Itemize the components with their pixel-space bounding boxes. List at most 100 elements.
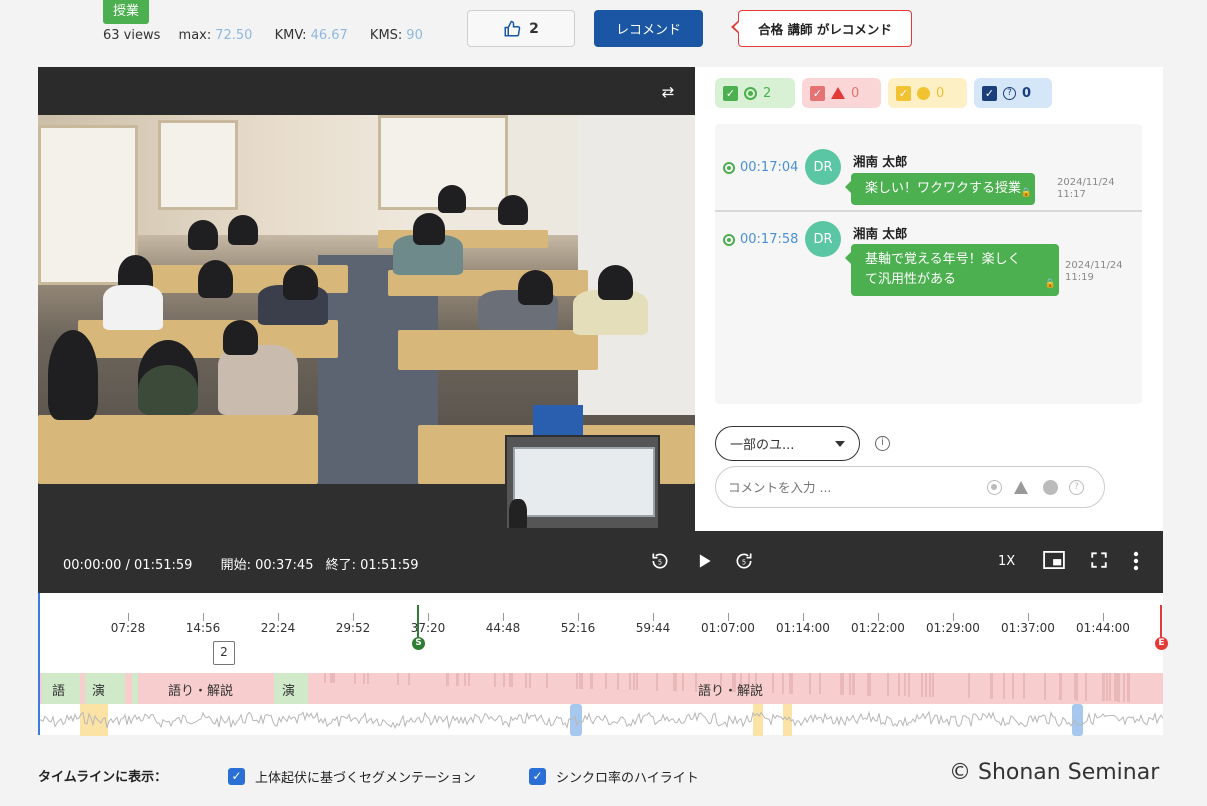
avatar: DR [805,149,841,185]
filter-chip-blue[interactable]: ✓ ? 0 [974,78,1052,108]
segment-texture [853,673,855,695]
like-button[interactable]: 2 [467,10,575,47]
video-window-2 [158,120,238,210]
swap-icon[interactable]: ⇄ [658,84,678,100]
option-sync-highlight[interactable]: ✓ シンクロ率のハイライト [529,767,699,786]
comment-timestamp[interactable]: 00:17:04 [723,160,798,175]
classroom-video[interactable] [38,115,695,484]
circle-icon [744,86,757,100]
circle-icon [723,161,735,174]
timeline-tick [953,613,954,621]
segment-texture [447,673,449,686]
start-marker[interactable]: S [412,637,425,650]
like-count: 2 [529,20,539,37]
comment-timestamp[interactable]: 00:17:58 [723,232,798,247]
end-marker[interactable]: E [1155,637,1168,650]
picture-in-picture-icon[interactable] [1042,551,1066,573]
timeline-tick-label: 44:48 [485,621,521,635]
svg-text:5: 5 [742,558,746,566]
segment-texture [904,673,906,696]
checkbox-checked-icon[interactable]: ✓ [529,768,546,785]
kms-value: 90 [406,28,423,43]
timeline-tick [878,613,879,621]
student-head [198,260,233,298]
segment-texture [791,673,793,694]
segment-texture [1117,673,1119,702]
option-segmentation-label: 上体起伏に基づくセグメンテーション [255,771,476,786]
fullscreen-icon[interactable] [1087,551,1111,573]
segment-label: 演 [282,684,296,699]
circle-reaction-icon[interactable] [987,480,1002,495]
segment-texture [968,673,970,698]
student-head [598,265,633,300]
segment-texture [1106,673,1108,701]
filter-count: 0 [851,85,860,101]
segment-texture [682,673,684,691]
segment-texture [1109,673,1111,701]
student-head [498,195,528,225]
segmentation-band[interactable]: 語 演 語り・解説 演 語り・解説 [40,673,1163,704]
filter-count: 2 [763,85,772,101]
kmv-label: KMV: [274,28,307,43]
triangle-icon [831,87,845,99]
segment-texture [1127,673,1129,702]
segment-texture [840,673,842,695]
visibility-select[interactable]: 一部のユ... [715,426,860,461]
student [218,345,298,415]
comment-date: 2024/11/24 11:17 [1057,177,1115,200]
timeline-tick [1103,613,1104,621]
segment-texture [1085,673,1087,701]
comment-input[interactable] [728,476,978,498]
segment-texture [675,673,677,691]
dot-reaction-icon[interactable] [1043,480,1058,495]
timeline-tick [353,613,354,621]
checkbox-checked-icon[interactable]: ✓ [228,768,245,785]
segment-texture [546,673,548,688]
segment-texture [990,673,992,699]
segment-texture [1023,673,1025,699]
comment-author: 湘南 太郎 [853,154,908,169]
segment-texture [456,673,458,686]
timeline-tick [578,613,579,621]
filter-chip-yellow[interactable]: ✓ 0 [888,78,967,108]
picture-in-picture-video[interactable] [505,435,660,530]
video-header-bar [38,67,695,115]
question-reaction-icon[interactable]: ? [1069,480,1084,495]
info-icon[interactable]: i [875,436,890,451]
play-icon[interactable] [692,551,716,573]
sync-rate-waveform [40,704,1163,736]
timeline-tick-label: 01:44:00 [1076,621,1130,635]
playback-info: 00:00:00 / 01:51:59 開始: 00:37:45 終了: 01:… [63,554,443,573]
segment-texture [898,673,900,696]
comment-input-box: ? [715,466,1105,508]
segment-texture [636,673,638,690]
option-segmentation[interactable]: ✓ 上体起伏に基づくセグメンテーション [228,767,476,786]
filter-chip-red[interactable]: ✓ 0 [802,78,881,108]
segment-exercise [132,673,138,704]
playback-speed[interactable]: 1X [998,554,1015,569]
timeline-tick-label: 59:44 [635,621,671,635]
rewind-5-icon[interactable]: 5 [648,551,672,573]
timeline-tick [428,613,429,621]
segment-label: 語 [52,684,66,699]
svg-text:5: 5 [658,558,662,566]
forward-5-icon[interactable]: 5 [732,551,756,573]
timeline-tick [728,613,729,621]
desk [398,330,598,370]
segment-texture [1076,673,1078,701]
more-options-icon[interactable] [1124,551,1148,573]
recommend-note: 合格 講師 がレコメンド [731,10,912,47]
segment-texture [772,673,774,693]
video-stats: 63 views max: 72.50 KMV: 46.67 KMS: 90 [103,28,441,43]
comment-count-marker[interactable]: 2 [213,641,235,665]
timeline-tick-label: 01:14:00 [776,621,830,635]
segment-texture [468,673,470,686]
timeline-tick-label: 37:20 [410,621,446,635]
comment-text-line: 基軸で覚える年号！楽しく [865,252,1021,267]
filter-chip-green[interactable]: ✓ 2 [715,78,795,108]
triangle-reaction-icon[interactable] [1014,481,1028,494]
recommend-button[interactable]: レコメンド [594,10,703,47]
segment-texture [921,673,923,697]
segment-texture [887,673,889,696]
segment-texture [1012,673,1014,699]
